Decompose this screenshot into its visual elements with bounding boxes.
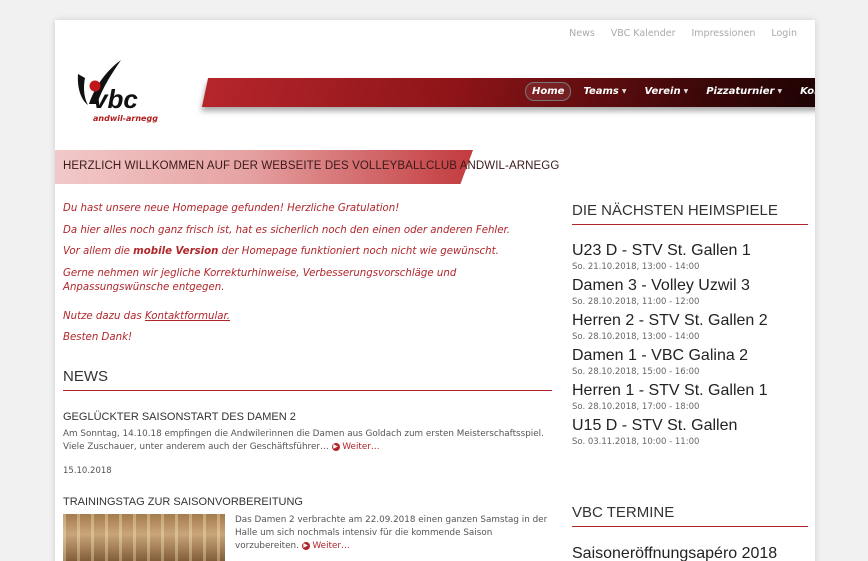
top-nav-kalender[interactable]: VBC Kalender	[611, 28, 676, 39]
game-title: Herren 1 - STV St. Gallen 1	[572, 382, 768, 399]
news-item-text: Am Sonntag, 14.10.18 empfingen die Andwi…	[63, 428, 552, 454]
nav-teams[interactable]: Teams ▼	[577, 83, 632, 100]
game-date: So. 03.11.2018, 10:00 - 11:00	[572, 437, 700, 447]
game-date: So. 28.10.2018, 13:00 - 14:00	[572, 332, 700, 342]
nav-kontakt[interactable]: Kontakt▼	[794, 83, 815, 100]
caret-down-icon: ▼	[777, 88, 783, 95]
welcome-title: HERZLICH WILLKOMMEN AUF DER WEBSEITE DES…	[63, 160, 560, 172]
game-item: Damen 1 - VBC Galina 2 So. 28.10.2018, 1…	[572, 346, 808, 378]
game-item: Damen 3 - Volley Uzwil 3 So. 28.10.2018,…	[572, 276, 808, 308]
top-nav-login[interactable]: Login	[771, 28, 797, 39]
nav-home[interactable]: Home	[525, 82, 572, 101]
top-nav-news[interactable]: News	[569, 28, 595, 39]
kontaktformular-link[interactable]: Kontaktformular.	[145, 311, 230, 322]
read-more-link[interactable]: ▶ Weiter…	[331, 442, 380, 452]
nav-kontakt-label: Kontakt	[800, 86, 815, 97]
nav-verein-label: Verein	[644, 86, 681, 97]
svg-text:vbc: vbc	[93, 84, 138, 114]
read-more-link[interactable]: ▶ Weiter…	[301, 541, 350, 551]
termine-heading: VBC TERMINE	[572, 504, 808, 527]
game-date: So. 28.10.2018, 15:00 - 16:00	[572, 367, 700, 377]
news-item: TRAININGSTAG ZUR SAISONVORBEREITUNG Das …	[63, 496, 552, 561]
circle-arrow-right-icon: ▶	[331, 442, 340, 451]
news-heading: NEWS	[63, 368, 552, 391]
logo-subtitle: andwil-arnegg	[93, 114, 158, 123]
caret-down-icon: ▼	[683, 88, 689, 95]
top-nav-impressionen[interactable]: Impressionen	[691, 28, 755, 39]
game-title: Damen 1 - VBC Galina 2	[572, 347, 749, 364]
page: News VBC Kalender Impressionen Login vbc…	[55, 20, 815, 561]
nav-pizzaturnier[interactable]: Pizzaturnier ▼	[700, 83, 788, 100]
game-item: Herren 2 - STV St. Gallen 2 So. 28.10.20…	[572, 311, 808, 343]
game-item: U23 D - STV St. Gallen 1 So. 21.10.2018,…	[572, 241, 808, 273]
news-item-text: Das Damen 2 verbrachte am 22.09.2018 ein…	[235, 514, 552, 561]
intro-p1: Du hast unsere neue Homepage gefunden! H…	[63, 203, 400, 214]
intro-p5: Nutze dazu das Kontaktformular.	[63, 310, 543, 325]
read-more-label: Weiter…	[312, 541, 350, 551]
heimspiele-heading: DIE NÄCHSTEN HEIMSPIELE	[572, 202, 808, 225]
news-item-title[interactable]: GEGLÜCKTER SAISONSTART DES DAMEN 2	[63, 411, 552, 423]
news-item-excerpt: Das Damen 2 verbrachte am 22.09.2018 ein…	[235, 515, 548, 551]
heimspiele-section: DIE NÄCHSTEN HEIMSPIELE U23 D - STV St. …	[572, 202, 808, 451]
nav-teams-label: Teams	[583, 86, 619, 97]
game-date: So. 28.10.2018, 11:00 - 12:00	[572, 297, 700, 307]
intro-p5-start: Nutze dazu das	[63, 310, 145, 322]
game-item: Herren 1 - STV St. Gallen 1 So. 28.10.20…	[572, 381, 808, 413]
nav-verein[interactable]: Verein ▼	[639, 83, 695, 100]
game-item: U15 D - STV St. Gallen So. 03.11.2018, 1…	[572, 416, 808, 448]
intro-mobile-version: mobile Version	[133, 246, 219, 257]
read-more-label: Weiter…	[342, 442, 380, 452]
nav-pizzaturnier-label: Pizzaturnier	[706, 86, 775, 97]
site-logo[interactable]: vbc andwil-arnegg	[75, 58, 158, 128]
intro-p2: Da hier alles noch ganz frisch ist, hat …	[63, 224, 511, 236]
game-title: Damen 3 - Volley Uzwil 3	[572, 277, 750, 294]
games-list: U23 D - STV St. Gallen 1 So. 21.10.2018,…	[572, 241, 808, 448]
intro-p3: Vor allem die mobile Version der Homepag…	[63, 245, 543, 260]
news-section: NEWS GEGLÜCKTER SAISONSTART DES DAMEN 2 …	[63, 368, 552, 561]
game-date: So. 28.10.2018, 17:00 - 18:00	[572, 402, 700, 412]
news-item-body: Das Damen 2 verbrachte am 22.09.2018 ein…	[63, 514, 552, 561]
game-title: Herren 2 - STV St. Gallen 2	[572, 312, 768, 329]
news-item-thumbnail[interactable]	[63, 514, 225, 561]
nav-home-label: Home	[532, 86, 565, 97]
main-nav: Home Teams▼ Verein▼ Pizzaturnier▼ Kontak…	[525, 82, 815, 101]
intro-text: Du hast unsere neue Homepage gefunden! H…	[63, 202, 543, 353]
news-item-excerpt: Am Sonntag, 14.10.18 empfingen die Andwi…	[63, 429, 544, 452]
top-nav: News VBC Kalender Impressionen Login	[569, 28, 797, 39]
welcome-banner: HERZLICH WILLKOMMEN AUF DER WEBSEITE DES…	[55, 150, 559, 184]
game-title: U15 D - STV St. Gallen	[572, 417, 738, 434]
intro-p6: Besten Dank!	[63, 332, 133, 343]
news-item: GEGLÜCKTER SAISONSTART DES DAMEN 2 Am So…	[63, 411, 552, 476]
game-date: So. 21.10.2018, 13:00 - 14:00	[572, 262, 700, 272]
intro-p3-start: Vor allem die	[63, 246, 134, 257]
news-item-date: 15.10.2018	[63, 466, 112, 476]
circle-arrow-right-icon: ▶	[301, 541, 310, 550]
termine-section: VBC TERMINE Saisoneröffnungsapéro 2018	[572, 504, 808, 561]
caret-down-icon: ▼	[621, 88, 627, 95]
intro-p4: Gerne nehmen wir jegliche Korrekturhinwe…	[63, 267, 457, 294]
news-item-title[interactable]: TRAININGSTAG ZUR SAISONVORBEREITUNG	[63, 496, 552, 508]
intro-p3-end: der Homepage funktioniert noch nicht wie…	[218, 246, 499, 257]
logo-mark: vbc	[77, 60, 138, 114]
termine-item[interactable]: Saisoneröffnungsapéro 2018	[572, 545, 808, 561]
game-title: U23 D - STV St. Gallen 1	[572, 242, 751, 259]
